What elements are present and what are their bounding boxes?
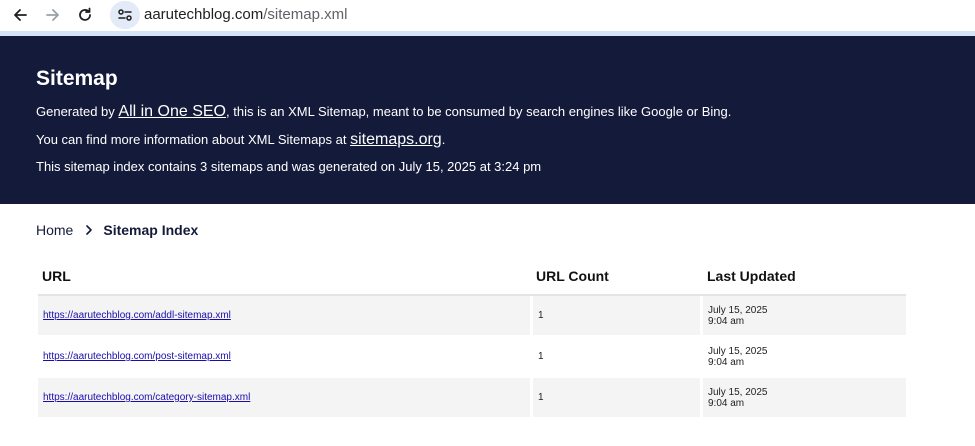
back-arrow-icon[interactable]	[8, 4, 32, 26]
sitemap-link[interactable]: https://aarutechblog.com/post-sitemap.xm…	[43, 351, 231, 362]
url-cell: https://aarutechblog.com/post-sitemap.xm…	[38, 337, 530, 376]
browser-toolbar: aarutechblog.com/sitemap.xml	[0, 0, 975, 31]
generator-line: Generated by All in One SEO, this is an …	[36, 103, 731, 120]
sitemap-table: URL URL Count Last Updated https://aarut…	[38, 257, 906, 419]
sitemap-header: Sitemap Generated by All in One SEO, thi…	[0, 36, 975, 204]
url-cell: https://aarutechblog.com/category-sitema…	[38, 378, 530, 417]
chevron-right-icon	[85, 225, 93, 235]
updated-cell: July 15, 2025 9:04 am	[703, 337, 906, 376]
address-bar[interactable]: aarutechblog.com/sitemap.xml	[144, 6, 347, 24]
updated-time: 9:04 am	[708, 397, 745, 409]
sitemaps-org-link[interactable]: sitemaps.org	[350, 131, 442, 148]
reload-icon[interactable]	[73, 4, 97, 26]
aioseo-link[interactable]: All in One SEO	[118, 103, 226, 120]
sitemap-link[interactable]: https://aarutechblog.com/addl-sitemap.xm…	[43, 310, 231, 321]
table-row: https://aarutechblog.com/addl-sitemap.xm…	[38, 296, 906, 337]
url-cell: https://aarutechblog.com/addl-sitemap.xm…	[38, 296, 530, 335]
updated-time: 9:04 am	[708, 315, 745, 327]
updated-date: July 15, 2025	[708, 304, 768, 316]
breadcrumb-home[interactable]: Home	[36, 221, 73, 239]
address-host: aarutechblog.com	[144, 6, 264, 23]
forward-arrow-icon[interactable]	[41, 4, 65, 26]
generator-suffix: , this is an XML Sitemap, meant to be co…	[226, 104, 732, 119]
column-header-url[interactable]: URL	[42, 268, 71, 284]
updated-time: 9:04 am	[708, 356, 745, 368]
count-cell: 1	[533, 337, 700, 376]
updated-cell: July 15, 2025 9:04 am	[703, 296, 906, 335]
generator-prefix: Generated by	[36, 104, 119, 119]
column-header-last-updated[interactable]: Last Updated	[707, 268, 796, 284]
breadcrumb-current: Sitemap Index	[103, 222, 199, 238]
breadcrumb: Home Sitemap Index	[36, 221, 198, 239]
column-header-url-count[interactable]: URL Count	[536, 268, 609, 284]
table-row: https://aarutechblog.com/category-sitema…	[38, 378, 906, 419]
count-cell: 1	[533, 378, 700, 417]
count-cell: 1	[533, 296, 700, 335]
updated-date: July 15, 2025	[708, 386, 768, 398]
updated-cell: July 15, 2025 9:04 am	[703, 378, 906, 417]
info-prefix: You can find more information about XML …	[36, 132, 351, 147]
page-title: Sitemap	[36, 67, 118, 90]
table-header: URL URL Count Last Updated	[38, 257, 906, 296]
summary-line: This sitemap index contains 3 sitemaps a…	[36, 159, 542, 174]
info-line: You can find more information about XML …	[36, 131, 445, 148]
sitemap-link[interactable]: https://aarutechblog.com/category-sitema…	[43, 392, 250, 403]
site-info-icon[interactable]	[110, 1, 140, 29]
info-suffix: .	[441, 132, 446, 147]
table-row: https://aarutechblog.com/post-sitemap.xm…	[38, 337, 906, 378]
address-path: /sitemap.xml	[263, 6, 348, 23]
updated-date: July 15, 2025	[708, 345, 768, 357]
